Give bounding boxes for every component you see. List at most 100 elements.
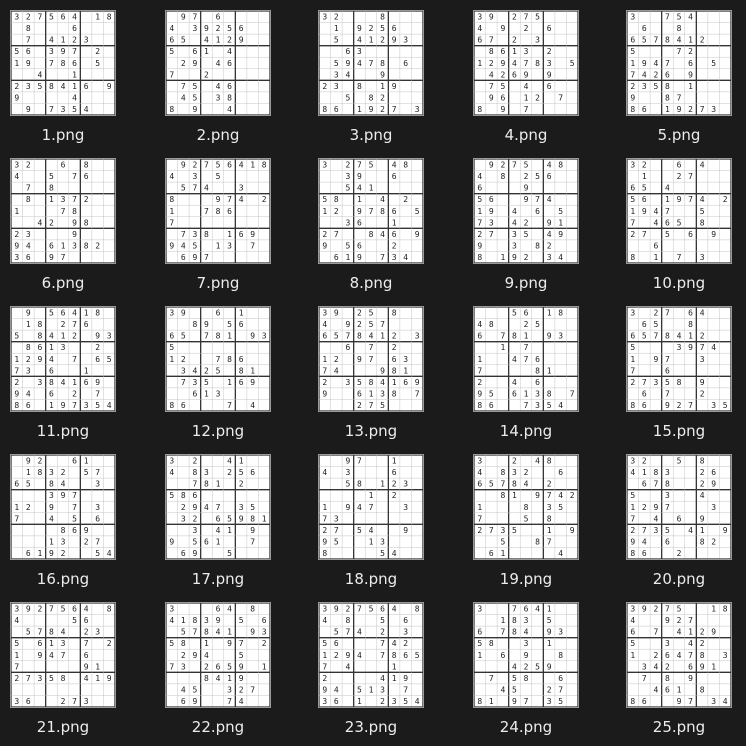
sudoku-digit: 4 bbox=[524, 480, 529, 489]
sudoku-digit: 7 bbox=[334, 230, 339, 239]
file-tile[interactable]: 9 7 6 4 3 9 2 5 6 6 5 4 1 2 9 5 6 1 4 2 9 4 6 7 2 7 5 4 6 4 5 3 8 8 9 4 2.pn… bbox=[155, 4, 301, 150]
sudoku-thumbnail: 3281925654129363594786349238195828619273 bbox=[318, 10, 424, 116]
file-tile[interactable]: 9261183257658433971297374568691327619254… bbox=[0, 448, 146, 594]
file-tile[interactable]: 3275483965415814212978653612784699562619… bbox=[308, 152, 454, 298]
sudoku-digit: 4 bbox=[392, 639, 397, 648]
sudoku-digit: 6 bbox=[26, 401, 31, 410]
sudoku-digit: 5 bbox=[192, 93, 197, 102]
file-tile[interactable]: 3927518492767412953421264783342691789461… bbox=[616, 596, 746, 742]
file-tile[interactable]: 3927564848565742356742129478657412419945… bbox=[308, 596, 454, 742]
sudoku-digit: 6 bbox=[489, 549, 494, 558]
sudoku-digit: 4 bbox=[392, 161, 397, 170]
sudoku-digit: 6 bbox=[630, 332, 635, 341]
sudoku-digit: 6 bbox=[489, 195, 494, 204]
file-tile[interactable]: 3 2 6 8 4 5 7 6 7 8 8 1 3 7 2 1 7 8 4 2 9 8 2 3 9 9 4 6 1 3 8 2 3 6 9 7 6.pn… bbox=[0, 152, 146, 298]
sudoku-digit: 4 bbox=[169, 172, 174, 181]
file-tile[interactable]: 3961895665781935127863425817351696138674… bbox=[155, 300, 301, 446]
sudoku-digit: 6 bbox=[558, 468, 563, 477]
sudoku-digit: 6 bbox=[204, 537, 209, 546]
sudoku-digit: 7 bbox=[204, 207, 209, 216]
file-tile[interactable]: 3927549266723861321294783542699754696127… bbox=[463, 4, 609, 150]
sudoku-digit: 5 bbox=[665, 230, 670, 239]
sudoku-digit: 3 bbox=[107, 332, 112, 341]
sudoku-thumbnail: 9261183257658433971297374568691327619254 bbox=[10, 454, 116, 560]
sudoku-digit: 8 bbox=[204, 628, 209, 637]
sudoku-digit: 6 bbox=[72, 24, 77, 33]
sudoku-digit: 8 bbox=[630, 549, 635, 558]
sudoku-digit: 2 bbox=[181, 355, 186, 364]
sudoku-digit: 2 bbox=[642, 457, 647, 466]
sudoku-digit: 5 bbox=[192, 241, 197, 250]
sudoku-digit: 3 bbox=[61, 639, 66, 648]
sudoku-digit: 1 bbox=[369, 685, 374, 694]
sudoku-digit: 1 bbox=[500, 616, 505, 625]
sudoku-digit: 6 bbox=[642, 320, 647, 329]
sudoku-digit: 4 bbox=[84, 674, 89, 683]
file-tile[interactable]: 3754686578412572194765742692358198786192… bbox=[616, 4, 746, 150]
sudoku-digit: 6 bbox=[216, 514, 221, 523]
sudoku-grid: 9 7 14 3 65 8 1 2 31 21 9 4 7 37 32 7 5 4 99 5 1 38 5 4 bbox=[319, 455, 423, 559]
sudoku-grid: 3 2 4 84 8 3 2 66 5 7 8 4 28 1 9 7 4 21 8 3 57 5 82 7 3 5 1 95 8 76 1 4 bbox=[474, 455, 578, 559]
sudoku-digit: 1 bbox=[169, 207, 174, 216]
sudoku-digit: 1 bbox=[14, 207, 19, 216]
file-name: 21.png bbox=[36, 718, 90, 736]
file-name: 22.png bbox=[191, 718, 245, 736]
sudoku-digit: 4 bbox=[477, 468, 482, 477]
sudoku-digit: 6 bbox=[688, 230, 693, 239]
file-tile[interactable]: 3764118356784935831169842597586452781973… bbox=[463, 596, 609, 742]
sudoku-digit: 5 bbox=[357, 526, 362, 535]
sudoku-digit: 3 bbox=[14, 605, 19, 614]
sudoku-grid: 3 9 2 7 54 9 2 66 7 2 38 6 1 3 21 2 9 4 7 8 3 54 2 6 9 97 5 4 69 6 1 2 7… bbox=[474, 11, 578, 115]
sudoku-digit: 3 bbox=[512, 241, 517, 250]
file-tile[interactable]: 3258418326678295341297374692735419946828… bbox=[616, 448, 746, 594]
sudoku-digit: 9 bbox=[489, 161, 494, 170]
sudoku-digit: 6 bbox=[84, 172, 89, 181]
sudoku-digit: 5 bbox=[535, 172, 540, 181]
sudoku-digit: 4 bbox=[688, 639, 693, 648]
sudoku-digit: 1 bbox=[250, 366, 255, 375]
sudoku-digit: 6 bbox=[512, 389, 517, 398]
file-tile[interactable]: 3241483256781258629473532659813419956176… bbox=[155, 448, 301, 594]
sudoku-digit: 6 bbox=[72, 605, 77, 614]
sudoku-digit: 1 bbox=[72, 70, 77, 79]
sudoku-digit: 2 bbox=[357, 309, 362, 318]
file-tile[interactable]: 9275641843557438974217867738169945137697… bbox=[155, 152, 301, 298]
sudoku-digit: 8 bbox=[37, 320, 42, 329]
sudoku-digit: 9 bbox=[642, 605, 647, 614]
file-tile[interactable]: 5618482567819317147678124695613878673541… bbox=[463, 300, 609, 446]
sudoku-digit: 3 bbox=[535, 401, 540, 410]
sudoku-digit: 9 bbox=[181, 13, 186, 22]
sudoku-digit: 5 bbox=[500, 82, 505, 91]
sudoku-digit: 3 bbox=[711, 105, 716, 114]
sudoku-digit: 7 bbox=[334, 526, 339, 535]
file-tile[interactable]: 9564181827658412938613212947657361238416… bbox=[0, 300, 146, 446]
sudoku-digit: 7 bbox=[322, 514, 327, 523]
sudoku-grid: 9 5 6 4 1 81 8 2 7 65 8 4 1 2 9 38 6 1 3 21 2 9 4 7 6 57 3 6 12 3 8 4 1 6… bbox=[11, 307, 115, 411]
file-tile[interactable]: 3 2 6 4 1 2 7 6 5 4 5 6 1 9 7 4 2 1 9 4 7 5 7 4 6 5 8 2 7 5 6 9 6 8 1 7 3 10.… bbox=[616, 152, 746, 298]
file-tile[interactable]: 9 7 1 4 3 6 5 8 1 2 3 1 2 1 9 4 7 3 7 3 2 7 5 4 9 9 5 1 3 8 5 4 18.png bbox=[308, 448, 454, 594]
file-tile[interactable]: 3925849257657841236721297637498123584169… bbox=[308, 300, 454, 446]
file-tile[interactable]: 3275641886741235639721978654123584169949… bbox=[0, 4, 146, 150]
sudoku-digit: 3 bbox=[192, 526, 197, 535]
sudoku-digit: 7 bbox=[227, 697, 232, 706]
file-tile[interactable]: 3927564845657842356137219476791273584193… bbox=[0, 596, 146, 742]
sudoku-digit: 9 bbox=[72, 230, 77, 239]
file-tile[interactable]: 3281925654129363594786349238195828619273… bbox=[308, 4, 454, 150]
sudoku-digit: 4 bbox=[72, 93, 77, 102]
file-tile[interactable]: 9275484825669569741946573429127354993828… bbox=[463, 152, 609, 298]
sudoku-digit: 7 bbox=[558, 685, 563, 694]
sudoku-digit: 3 bbox=[334, 514, 339, 523]
file-tile[interactable]: 3248483266578428197421835758273519587614… bbox=[463, 448, 609, 594]
sudoku-digit: 3 bbox=[630, 161, 635, 170]
sudoku-digit: 3 bbox=[14, 161, 19, 170]
sudoku-digit: 9 bbox=[677, 105, 682, 114]
sudoku-digit: 5 bbox=[227, 549, 232, 558]
sudoku-digit: 8 bbox=[239, 366, 244, 375]
file-tile[interactable]: 3276465865784125397419737627358967286927… bbox=[616, 300, 746, 446]
sudoku-digit: 8 bbox=[665, 36, 670, 45]
sudoku-digit: 2 bbox=[677, 401, 682, 410]
sudoku-digit: 7 bbox=[524, 401, 529, 410]
file-tile[interactable]: 3648418395657841935819722945732659184194… bbox=[155, 596, 301, 742]
sudoku-thumbnail: 9564181827658412938613212947657361238416… bbox=[10, 306, 116, 412]
sudoku-digit: 2 bbox=[380, 697, 385, 706]
